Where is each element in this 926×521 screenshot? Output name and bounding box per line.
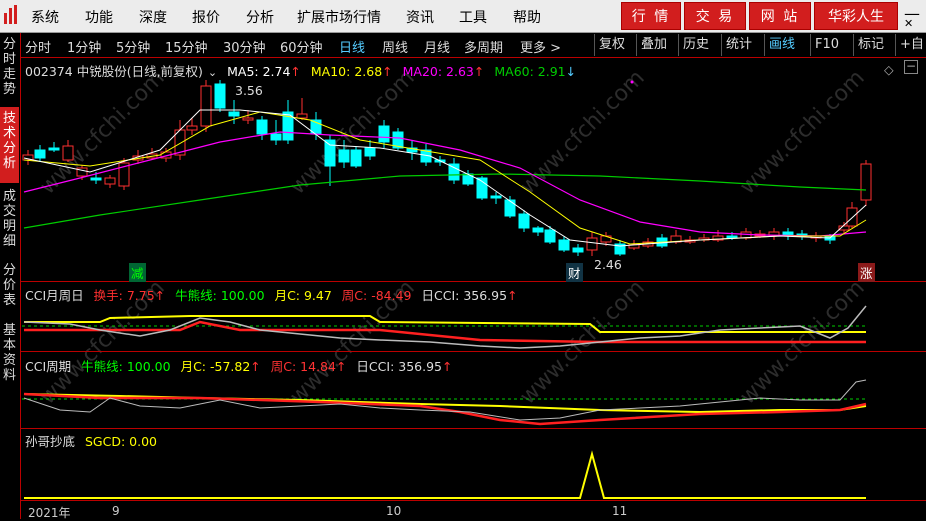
candle [324, 139, 336, 167]
candle [90, 177, 102, 181]
candle [600, 235, 612, 243]
candle [296, 113, 308, 119]
candle [860, 163, 872, 201]
candle [558, 239, 570, 251]
bullbear-value: 牛熊线: 100.00 [81, 359, 171, 374]
candle [518, 213, 530, 229]
panel-divider [21, 428, 926, 429]
candle [504, 199, 516, 217]
candle [338, 149, 350, 163]
candle [726, 235, 738, 239]
ma60-arrow: ↓ [565, 64, 577, 79]
ma20-arrow: ↑ [473, 64, 485, 79]
indicator3-name: 孙哥抄底 [25, 434, 76, 449]
weekly-c-arrow: ↑ [335, 359, 347, 374]
weekly-c-value: 周C: 14.84 [270, 359, 336, 374]
ma5-line [23, 109, 867, 247]
candle [200, 85, 212, 127]
ma10-line [23, 111, 867, 245]
indicator1-name: CCI月周日 [25, 288, 84, 303]
candle [378, 125, 390, 143]
marker-finance[interactable]: 财 [566, 263, 583, 282]
candle [242, 117, 254, 121]
date-axis-year: 2021年 [28, 506, 71, 520]
indicator2-legend: CCI周期 牛熊线: 100.00 月C: -57.82↑ 周C: 14.84↑… [25, 356, 452, 375]
ma20-value: MA20: 2.63 [402, 64, 474, 79]
panel-divider [21, 281, 926, 282]
low-price-label: 2.46 [594, 257, 622, 272]
candle [270, 133, 282, 141]
candle [532, 227, 544, 233]
ma20-line [23, 131, 867, 237]
candle [48, 147, 60, 151]
candle [846, 207, 858, 227]
weekly-c-value: 周C: -84.49 [341, 288, 412, 303]
indicator2-name: CCI周期 [25, 359, 72, 374]
candle [256, 119, 268, 135]
ma60-line [23, 173, 867, 229]
candle [586, 237, 598, 251]
candle [186, 125, 198, 131]
date-axis-month: 9 [112, 504, 120, 518]
ma60-value: MA60: 2.91 [494, 64, 566, 79]
dropdown-circle-icon[interactable]: ⌄ [208, 66, 217, 79]
turnover-value: 换手: 7.75 [93, 288, 155, 303]
daily-cci-value: 日CCI: 356.95 [356, 359, 442, 374]
panel-divider [21, 500, 926, 501]
candle [214, 83, 226, 109]
indicator1-legend: CCI月周日 换手: 7.75↑ 牛熊线: 100.00 月C: 9.47 周C… [25, 285, 518, 304]
candle [448, 163, 460, 181]
date-axis-month: 11 [612, 504, 628, 518]
turnover-arrow: ↑ [154, 288, 166, 303]
ma-marker [630, 80, 634, 84]
daily-cci-value: 日CCI: 356.95 [421, 288, 508, 303]
marker-rise[interactable]: 涨 [858, 263, 875, 282]
candle [572, 247, 584, 253]
monthly-c-value: 月C: 9.47 [274, 288, 332, 303]
sgcd-value: SGCD: 0.00 [85, 434, 157, 449]
panel-divider [21, 351, 926, 352]
indicator3-legend: 孙哥抄底 SGCD: 0.00 [25, 431, 157, 450]
main-chart-legend: 002374 中锐股份(日线,前复权) ⌄ MA5: 2.74↑ MA10: 2… [25, 61, 576, 80]
marker-reduce[interactable]: 减 [129, 263, 146, 282]
ma5-arrow: ↑ [290, 64, 301, 79]
ma10-arrow: ↑ [382, 64, 393, 79]
candle [350, 149, 362, 167]
candle [490, 195, 502, 199]
monthly-c-value: 月C: -57.82 [180, 359, 251, 374]
indicator3-line [24, 450, 866, 499]
candle [34, 149, 46, 159]
high-price-label: 3.56 [235, 83, 263, 98]
stock-title: 002374 中锐股份(日线,前复权) [25, 64, 203, 79]
bullbear-value: 牛熊线: 100.00 [175, 288, 265, 303]
collapse-icon[interactable]: − [904, 60, 918, 74]
ma5-value: MA5: 2.74 [227, 64, 291, 79]
date-axis-month: 10 [386, 504, 402, 518]
candle [544, 229, 556, 243]
daily-cci-arrow: ↑ [442, 359, 453, 374]
candle [104, 177, 116, 185]
diamond-icon[interactable]: ◇ [884, 62, 894, 77]
ma10-value: MA10: 2.68 [310, 64, 383, 79]
candle [228, 111, 240, 117]
candle [364, 147, 376, 157]
monthly-c-arrow: ↑ [250, 359, 261, 374]
candle [62, 145, 74, 161]
daily-cci-arrow: ↑ [507, 288, 518, 303]
